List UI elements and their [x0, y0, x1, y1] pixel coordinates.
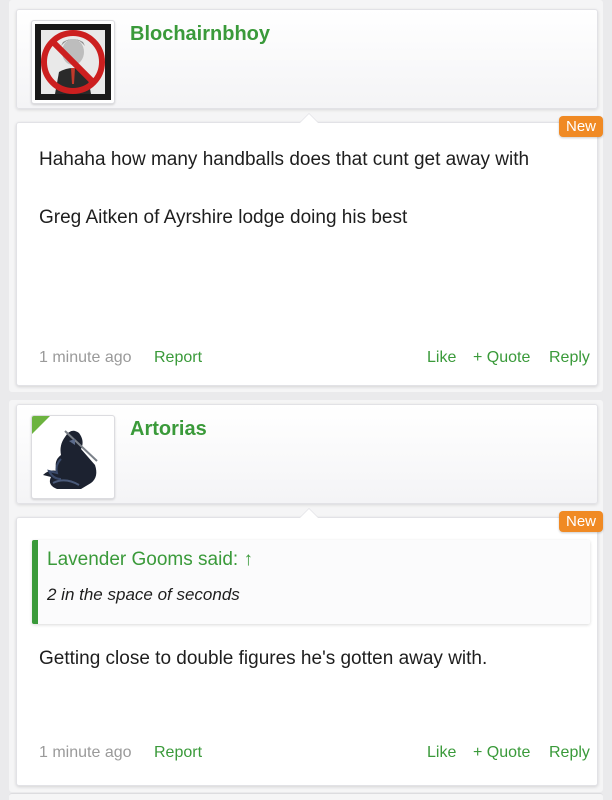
message-body: New Hahaha how many handballs does that … — [16, 113, 603, 386]
next-post-edge — [9, 793, 603, 800]
like-link[interactable]: Like — [427, 744, 456, 762]
post-timestamp[interactable]: 1 minute ago — [39, 744, 132, 762]
user-card: Artorias — [16, 404, 598, 504]
message-text: Getting close to double figures he's got… — [39, 648, 488, 669]
quote-link[interactable]: + Quote — [473, 744, 530, 762]
avatar-image — [35, 24, 111, 100]
username[interactable]: Blochairnbhoy — [130, 23, 270, 46]
new-badge: New — [558, 116, 603, 137]
quote-block: Lavender Gooms said: ↑ 2 in the space of… — [32, 540, 590, 624]
message-pointer — [299, 113, 319, 123]
like-link[interactable]: Like — [427, 349, 456, 367]
new-badge: New — [558, 511, 603, 532]
post-timestamp[interactable]: 1 minute ago — [39, 349, 132, 367]
quote-attribution[interactable]: Lavender Gooms said: ↑ — [47, 549, 253, 571]
user-card: Blochairnbhoy — [16, 9, 598, 109]
username[interactable]: Artorias — [130, 418, 207, 441]
avatar[interactable] — [31, 20, 115, 104]
quote-text: 2 in the space of seconds — [47, 585, 240, 604]
post: Artorias New Lavender Gooms said: ↑ 2 in… — [9, 400, 603, 792]
message-pointer — [299, 508, 319, 518]
message-text: Greg Aitken of Ayrshire lodge doing his … — [39, 207, 408, 228]
post: Blochairnbhoy New Hahaha how many handba… — [9, 0, 603, 392]
report-link[interactable]: Report — [154, 349, 202, 367]
reply-link[interactable]: Reply — [549, 744, 590, 762]
online-indicator — [32, 416, 50, 434]
report-link[interactable]: Report — [154, 744, 202, 762]
message-text: Hahaha how many handballs does that cunt… — [39, 149, 530, 170]
quote-link[interactable]: + Quote — [473, 349, 530, 367]
message-body: New Lavender Gooms said: ↑ 2 in the spac… — [16, 508, 603, 786]
avatar[interactable] — [31, 415, 115, 499]
reply-link[interactable]: Reply — [549, 349, 590, 367]
thread-page: Blochairnbhoy New Hahaha how many handba… — [0, 0, 612, 800]
